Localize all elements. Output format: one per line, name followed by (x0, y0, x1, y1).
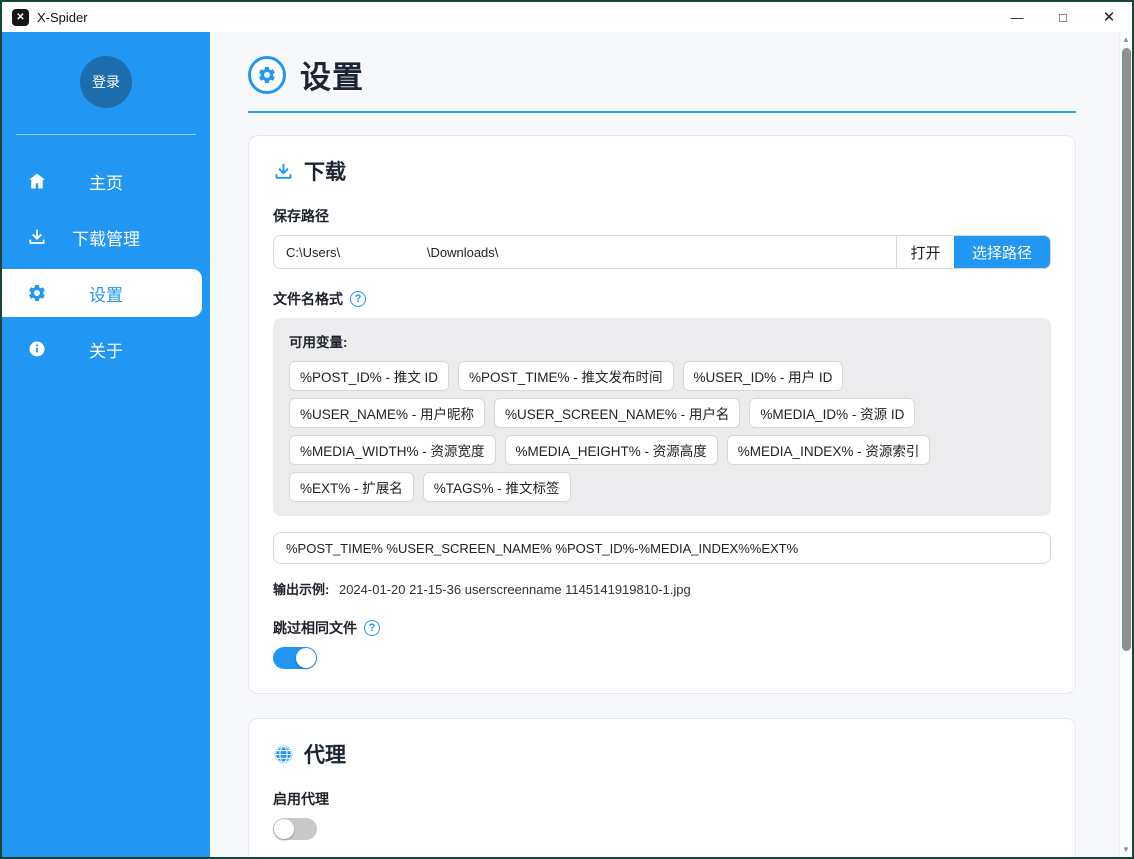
output-example-value: 2024-01-20 21-15-36 userscreenname 11451… (339, 582, 691, 597)
variable-chip[interactable]: %EXT% - 扩展名 (289, 472, 414, 502)
scroll-up-icon[interactable]: ▲ (1120, 32, 1132, 47)
sidebar-item-label: 下载管理 (2, 225, 210, 250)
settings-gear-icon (248, 56, 286, 94)
sidebar-divider (16, 134, 196, 135)
sidebar-item-label: 主页 (2, 169, 210, 194)
skip-same-label: 跳过相同文件 ? (273, 618, 1051, 638)
page-header: 设置 (248, 52, 1076, 97)
proxy-section-title: 代理 (273, 739, 1051, 769)
maximize-button[interactable]: □ (1040, 2, 1086, 32)
app-window: ✕ X-Spider — □ ✕ 登录 主页 (0, 0, 1134, 859)
available-variables-panel: 可用变量: %POST_ID% - 推文 ID %POST_TIME% - 推文… (273, 318, 1051, 516)
open-path-button[interactable]: 打开 (896, 236, 954, 268)
sidebar-item-label: 关于 (2, 337, 210, 362)
download-icon (273, 161, 294, 182)
sidebar-item-about[interactable]: 关于 (2, 321, 210, 377)
sidebar: 登录 主页 下载管理 (2, 32, 210, 857)
enable-proxy-label: 启用代理 (273, 789, 1051, 809)
proxy-section-label: 代理 (304, 739, 346, 769)
filename-format-input[interactable] (273, 532, 1051, 564)
skip-same-help-icon[interactable]: ? (364, 620, 380, 636)
output-example-label: 输出示例: (273, 582, 329, 597)
toggle-knob (296, 648, 316, 668)
variable-chip[interactable]: %POST_ID% - 推文 ID (289, 361, 449, 391)
variable-chip[interactable]: %USER_NAME% - 用户昵称 (289, 398, 485, 428)
variable-chip[interactable]: %TAGS% - 推文标签 (423, 472, 571, 502)
filename-format-label: 文件名格式 ? (273, 289, 1051, 309)
output-example-row: 输出示例: 2024-01-20 21-15-36 userscreenname… (273, 579, 1051, 598)
save-path-label: 保存路径 (273, 206, 1051, 226)
scrollbar-thumb[interactable] (1122, 48, 1131, 651)
main-content: 设置 下载 保存路径 打开 选择路径 (210, 32, 1132, 857)
variable-chip[interactable]: %MEDIA_WIDTH% - 资源宽度 (289, 435, 496, 465)
variable-chip[interactable]: %MEDIA_INDEX% - 资源索引 (727, 435, 931, 465)
proxy-settings-card: 代理 启用代理 代理地址 (248, 718, 1076, 857)
login-button[interactable]: 登录 (80, 56, 132, 108)
available-variables-label: 可用变量: (289, 331, 1035, 351)
save-path-input[interactable] (274, 236, 896, 268)
download-section-label: 下载 (304, 156, 346, 186)
window-controls: — □ ✕ (994, 2, 1132, 32)
skip-same-toggle[interactable] (273, 647, 317, 669)
app-logo-icon: ✕ (12, 9, 29, 26)
sidebar-item-home[interactable]: 主页 (2, 153, 210, 209)
variable-chip-list: %POST_ID% - 推文 ID %POST_TIME% - 推文发布时间 %… (289, 361, 1035, 502)
sidebar-item-label: 设置 (2, 281, 210, 306)
variable-chip[interactable]: %MEDIA_ID% - 资源 ID (749, 398, 915, 428)
scroll-down-icon[interactable]: ▼ (1120, 842, 1132, 857)
filename-format-help-icon[interactable]: ? (350, 291, 366, 307)
variable-chip[interactable]: %USER_ID% - 用户 ID (683, 361, 844, 391)
sidebar-item-settings[interactable]: 设置 (2, 265, 210, 321)
sidebar-menu: 主页 下载管理 设置 (2, 153, 210, 377)
choose-path-button[interactable]: 选择路径 (954, 236, 1050, 268)
header-divider (248, 111, 1076, 113)
toggle-knob (274, 819, 294, 839)
variable-chip[interactable]: %POST_TIME% - 推文发布时间 (458, 361, 674, 391)
titlebar: ✕ X-Spider — □ ✕ (2, 2, 1132, 32)
close-button[interactable]: ✕ (1086, 2, 1132, 32)
download-settings-card: 下载 保存路径 打开 选择路径 文件名格式 ? 可用变量: %POST_ID% … (248, 135, 1076, 694)
vertical-scrollbar[interactable]: ▲ ▼ (1119, 32, 1132, 857)
enable-proxy-toggle[interactable] (273, 818, 317, 840)
variable-chip[interactable]: %MEDIA_HEIGHT% - 资源高度 (505, 435, 718, 465)
variable-chip[interactable]: %USER_SCREEN_NAME% - 用户名 (494, 398, 740, 428)
save-path-group: 打开 选择路径 (273, 235, 1051, 269)
page-title: 设置 (300, 52, 364, 97)
app-title: X-Spider (37, 10, 88, 25)
sidebar-item-downloads[interactable]: 下载管理 (2, 209, 210, 265)
minimize-button[interactable]: — (994, 2, 1040, 32)
download-section-title: 下载 (273, 156, 1051, 186)
globe-icon (273, 744, 294, 765)
